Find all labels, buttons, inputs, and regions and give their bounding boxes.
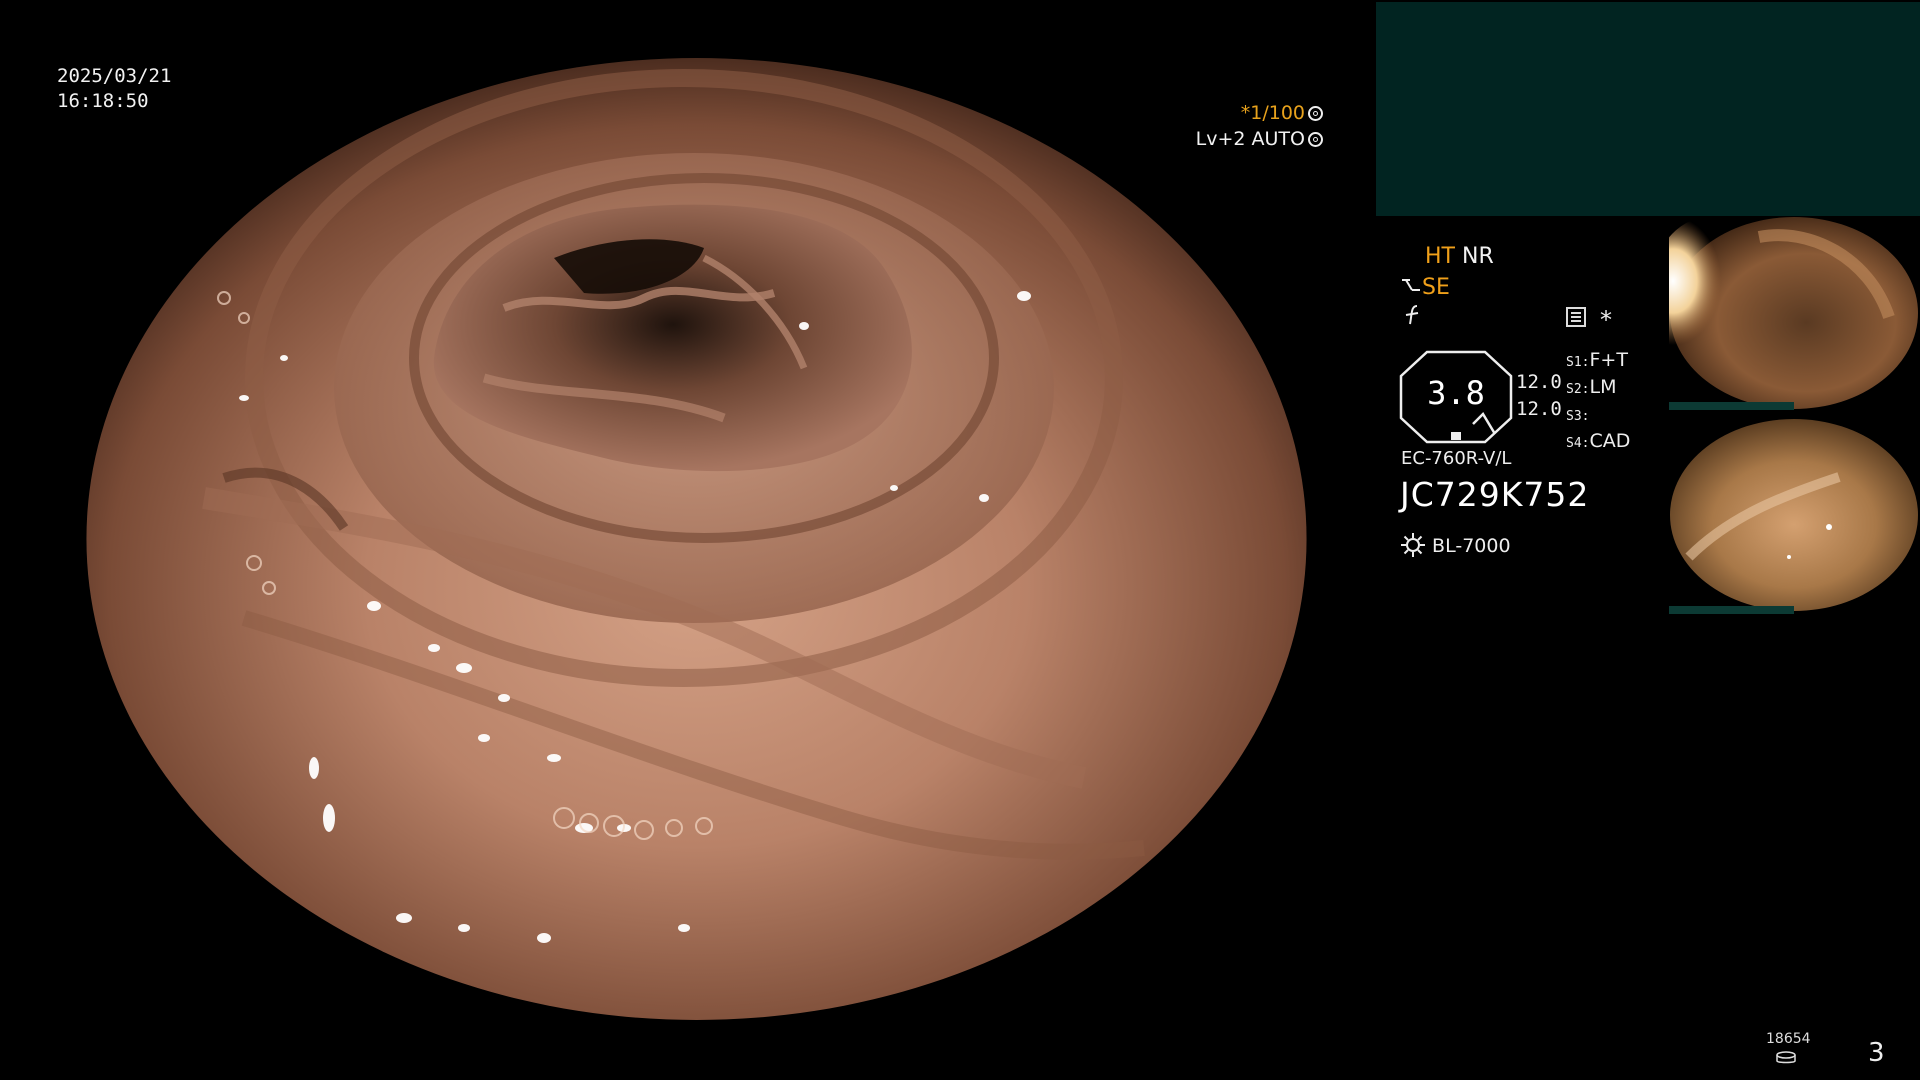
switch-row: S4:CAD: [1566, 430, 1631, 452]
switch-row: S2:LM: [1566, 376, 1617, 398]
shutter-value: *1/100: [1240, 102, 1305, 124]
light-source-row: BL-7000: [1400, 532, 1511, 558]
exposure-info: *1/100 Lv+2 AUTO: [1195, 100, 1323, 152]
light-source-icon: [1401, 533, 1425, 557]
scope-model: EC-760R-V/L: [1401, 448, 1512, 469]
star-marker: *: [1600, 306, 1612, 334]
scope-serial: JC729K752: [1400, 475, 1590, 514]
se-label: SE: [1422, 275, 1450, 300]
switch-row: S3:: [1566, 409, 1590, 424]
se-row: SE: [1400, 275, 1450, 300]
mode-row: Lv+2 AUTO: [1195, 126, 1323, 152]
page-number: 3: [1868, 1038, 1885, 1068]
shutter-circle-icon: [1308, 106, 1323, 121]
shutter-row: *1/100: [1195, 100, 1323, 126]
auto-circle-icon: [1308, 132, 1323, 147]
switch-settings: S1:F+T S2:LM S3: S4:CAD: [1566, 348, 1630, 456]
ht-nr-row: HT NR: [1425, 244, 1494, 269]
config-icon: [1566, 307, 1586, 327]
top-info-panel: [1376, 2, 1920, 216]
mode-value: AUTO: [1251, 128, 1305, 150]
captured-thumbnail[interactable]: [1669, 217, 1920, 410]
date-text: 2025/03/21: [57, 65, 172, 87]
endoscope-live-view: [86, 58, 1307, 1020]
se-icon: [1402, 279, 1420, 291]
numeric-column: 12.0 12.0: [1516, 369, 1562, 423]
captured-thumbnail[interactable]: [1669, 417, 1920, 614]
light-source-label: BL-7000: [1432, 535, 1511, 557]
f-icon: [1403, 304, 1423, 332]
image-counter: 18654: [1766, 1031, 1811, 1047]
level-value: Lv+2: [1195, 128, 1246, 150]
numeric-top: 12.0: [1516, 371, 1562, 393]
date-time-display: 2025/03/21 16:18:50: [57, 64, 171, 114]
octagon-value: 3.8: [1427, 374, 1485, 412]
time-text: 16:18:50: [57, 90, 149, 112]
switch-row: S1:F+T: [1566, 349, 1628, 371]
nr-label: NR: [1461, 244, 1494, 269]
numeric-bottom: 12.0: [1516, 398, 1562, 420]
ht-label: HT: [1425, 244, 1455, 269]
disk-icon: [1776, 1051, 1796, 1064]
